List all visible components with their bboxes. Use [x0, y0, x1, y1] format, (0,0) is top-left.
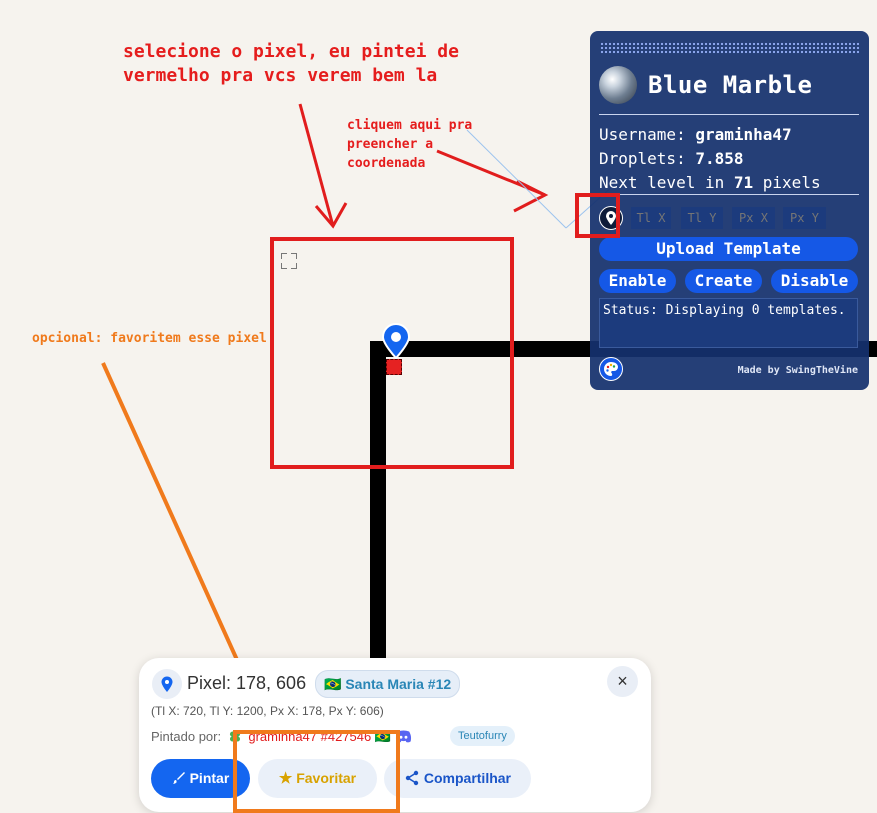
annotation-select-pixel: selecione o pixel, eu pintei de vermelho… [123, 41, 459, 87]
region-badge[interactable]: 🇧🇷 Santa Maria #12 [315, 670, 461, 698]
disable-button[interactable]: Disable [771, 269, 858, 293]
pixel-title: Pixel: 178, 606 [187, 673, 307, 693]
credits-text: Made by SwingTheVine [737, 365, 858, 376]
brazil-flag-icon: 🇧🇷 [324, 676, 342, 692]
alliance-badge[interactable]: Teutofurry [450, 726, 515, 746]
blue-marble-panel: Blue Marble Username: graminha47 Droplet… [590, 31, 869, 390]
palette-button[interactable] [599, 357, 623, 381]
annotation-favorite-optional: opcional: favoritem esse pixel [32, 331, 267, 346]
tile-y-input[interactable] [681, 207, 723, 229]
share-icon [405, 770, 419, 786]
highlight-favorite-button [233, 730, 400, 813]
panel-title: Blue Marble [648, 71, 813, 99]
user-info: Username: graminha47 Droplets: 7.858 Nex… [599, 125, 821, 192]
share-button[interactable]: Compartilhar [384, 759, 531, 798]
divider [599, 194, 859, 195]
pixel-coordinates: (Tl X: 720, Tl Y: 1200, Px X: 178, Px Y:… [151, 704, 384, 718]
highlight-pixel-area [270, 237, 514, 469]
enable-button[interactable]: Enable [599, 269, 676, 293]
globe-logo-icon [599, 66, 637, 104]
location-pin-button[interactable] [152, 669, 182, 699]
pixel-x-input[interactable] [732, 207, 775, 229]
drag-handle[interactable] [600, 42, 859, 54]
tile-x-input[interactable] [631, 207, 671, 229]
create-button[interactable]: Create [685, 269, 762, 293]
annotation-click-here: cliquem aqui pra preencher a coordenada [347, 118, 473, 171]
close-button[interactable]: × [607, 666, 638, 697]
brush-icon [172, 772, 185, 784]
location-pin-icon [161, 676, 173, 692]
highlight-pin-button [575, 193, 620, 238]
upload-template-button[interactable]: Upload Template [599, 237, 858, 261]
divider [599, 114, 859, 115]
status-output[interactable]: Status: Displaying 0 templates. [599, 298, 858, 348]
pixel-y-input[interactable] [783, 207, 826, 229]
palette-icon [604, 362, 618, 376]
